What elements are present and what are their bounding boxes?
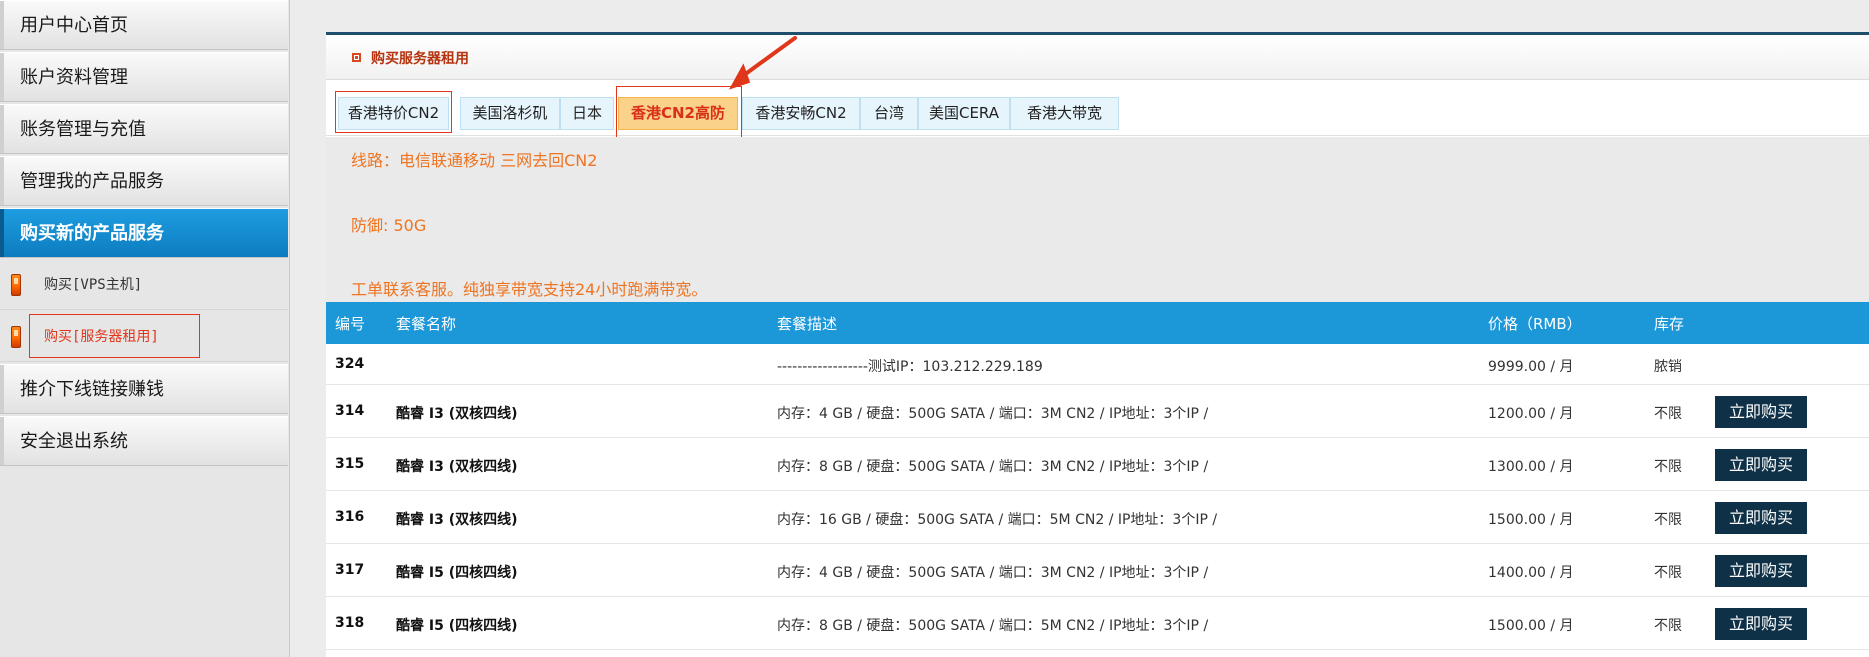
tab-label: 台湾 [873, 104, 904, 122]
table-header: 编号 套餐名称 套餐描述 价格（RMB） 库存 [326, 302, 1869, 344]
sidebar-item-label: 账务管理与充值 [20, 119, 146, 140]
sidebar-item-billing[interactable]: 账务管理与充值 [0, 104, 288, 154]
col-header-desc: 套餐描述 [777, 315, 838, 333]
cell-name: 酷睿 I3 (双核四线) [396, 512, 518, 528]
sidebar-item-label: 管理我的产品服务 [20, 171, 164, 192]
cell-name: 酷睿 I3 (双核四线) [396, 406, 518, 422]
cell-price: 1400.00 / 月 [1488, 565, 1574, 581]
cell-desc: 内存：8 GB / 硬盘：500G SATA / 端口：3M CN2 / IP地… [777, 459, 1209, 475]
tab-hk-big-bandwidth[interactable]: 香港大带宽 [1010, 97, 1119, 130]
col-header-price: 价格（RMB） [1488, 315, 1582, 333]
cell-name: 酷睿 I5 (四核四线) [396, 565, 518, 581]
tab-hk-anchang-cn2[interactable]: 香港安畅CN2 [742, 97, 860, 130]
cell-stock: 不限 [1654, 406, 1682, 422]
nav-stripe [0, 417, 4, 465]
buy-now-button[interactable]: 立即购买 [1715, 555, 1807, 587]
col-header-stock: 库存 [1654, 315, 1685, 333]
buy-now-button[interactable]: 立即购买 [1715, 449, 1807, 481]
table-row: 318 酷睿 I5 (四核四线) 内存：8 GB / 硬盘：500G SATA / … [326, 597, 1869, 650]
tab-taiwan[interactable]: 台湾 [860, 97, 918, 130]
sidebar-item-buy-products[interactable]: 购买新的产品服务 [0, 208, 288, 258]
sidebar-item-referral[interactable]: 推介下线链接赚钱 [0, 364, 288, 414]
buy-now-button[interactable]: 立即购买 [1715, 396, 1807, 428]
cell-stock: 不限 [1654, 512, 1682, 528]
info-line-support: 工单联系客服。纯独享带宽支持24小时跑满带宽。 [351, 280, 708, 299]
tab-label: 日本 [571, 104, 602, 122]
table-row: 317 酷睿 I5 (四核四线) 内存：4 GB / 硬盘：500G SATA / … [326, 544, 1869, 597]
tab-label: 美国CERA [928, 104, 1000, 122]
annotation-arrow-icon [728, 36, 797, 90]
sidebar-item-label: 购买新的产品服务 [20, 223, 164, 244]
cell-stock: 脓销 [1654, 359, 1682, 375]
panel-title: 购买服务器租用 [371, 51, 469, 67]
table-row: 324 ------------------测试IP：103.212.229.18… [326, 345, 1869, 385]
window-icon [352, 53, 361, 62]
battery-icon [11, 274, 21, 296]
tab-japan[interactable]: 日本 [560, 97, 614, 130]
cell-name: 酷睿 I5 (四核四线) [396, 618, 518, 634]
main-panel: 购买服务器租用 香港特价CN2 美国洛杉矶 日本 香港CN2高防 香港安畅CN2… [326, 32, 1869, 657]
cell-desc: ------------------测试IP：103.212.229.189 [777, 359, 1043, 375]
cell-price: 9999.00 / 月 [1488, 359, 1574, 375]
sidebar-item-label: 账户资料管理 [20, 67, 128, 88]
sidebar-subitem-buy-dedicated[interactable]: 购买[服务器租用] [0, 312, 288, 362]
nav-stripe [0, 365, 4, 413]
info-line-route: 线路：电信联通移动 三网去回CN2 [351, 151, 598, 170]
cell-desc: 内存：4 GB / 硬盘：500G SATA / 端口：3M CN2 / IP地… [777, 406, 1209, 422]
table-row: 316 酷睿 I3 (双核四线) 内存：16 GB / 硬盘：500G SATA /… [326, 491, 1869, 544]
sidebar-subitem-label: 购买[VPS主机] [44, 277, 143, 293]
sidebar-item-account-profile[interactable]: 账户资料管理 [0, 52, 288, 102]
tab-label: 香港大带宽 [1026, 104, 1102, 122]
tab-label: 香港安畅CN2 [755, 104, 847, 122]
info-line-defense: 防御: 50G [351, 216, 427, 235]
buy-now-button[interactable]: 立即购买 [1715, 608, 1807, 640]
cell-id: 316 [335, 509, 365, 525]
region-tabs: 香港特价CN2 美国洛杉矶 日本 香港CN2高防 香港安畅CN2 台湾 美国CE… [326, 81, 1869, 139]
tab-us-la[interactable]: 美国洛杉矶 [460, 97, 560, 130]
cell-price: 1500.00 / 月 [1488, 512, 1574, 528]
sidebar-item-logout[interactable]: 安全退出系统 [0, 416, 288, 466]
cell-id: 314 [335, 403, 365, 419]
sidebar-item-label: 用户中心首页 [20, 15, 128, 36]
route-info: 线路：电信联通移动 三网去回CN2 防御: 50G 工单联系客服。纯独享带宽支持… [326, 137, 1869, 302]
cell-stock: 不限 [1654, 565, 1682, 581]
sidebar-item-label: 推介下线链接赚钱 [20, 379, 164, 400]
nav-stripe [0, 157, 4, 205]
cell-stock: 不限 [1654, 618, 1682, 634]
nav-stripe [0, 53, 4, 101]
tab-us-cera[interactable]: 美国CERA [918, 97, 1010, 130]
col-header-id: 编号 [335, 315, 366, 333]
table-row: 315 酷睿 I3 (双核四线) 内存：8 GB / 硬盘：500G SATA / … [326, 438, 1869, 491]
panel-header: 购买服务器租用 [326, 35, 1869, 80]
battery-icon [11, 326, 21, 348]
nav-stripe [0, 105, 4, 153]
table-row: 314 酷睿 I3 (双核四线) 内存：4 GB / 硬盘：500G SATA / … [326, 385, 1869, 438]
buy-now-button[interactable]: 立即购买 [1715, 502, 1807, 534]
annotation-highlight-box [29, 314, 200, 358]
sidebar: 用户中心首页 账户资料管理 账务管理与充值 管理我的产品服务 购买新的产品服务 … [0, 0, 290, 657]
cell-id: 318 [335, 615, 365, 631]
cell-id: 315 [335, 456, 365, 472]
cell-desc: 内存：16 GB / 硬盘：500G SATA / 端口：5M CN2 / IP… [777, 512, 1218, 528]
sidebar-item-label: 安全退出系统 [20, 431, 128, 452]
nav-stripe [0, 209, 4, 257]
cell-id: 324 [335, 356, 365, 372]
cell-stock: 不限 [1654, 459, 1682, 475]
cell-id: 317 [335, 562, 365, 578]
sidebar-subitem-buy-vps[interactable]: 购买[VPS主机] [0, 260, 288, 310]
tab-label: 美国洛杉矶 [472, 104, 548, 122]
sidebar-item-home[interactable]: 用户中心首页 [0, 0, 288, 50]
cell-desc: 内存：8 GB / 硬盘：500G SATA / 端口：5M CN2 / IP地… [777, 618, 1209, 634]
cell-name: 酷睿 I3 (双核四线) [396, 459, 518, 475]
col-header-name: 套餐名称 [396, 315, 457, 333]
cell-desc: 内存：4 GB / 硬盘：500G SATA / 端口：3M CN2 / IP地… [777, 565, 1209, 581]
cell-price: 1300.00 / 月 [1488, 459, 1574, 475]
nav-stripe [0, 1, 4, 49]
sidebar-item-my-products[interactable]: 管理我的产品服务 [0, 156, 288, 206]
cell-price: 1200.00 / 月 [1488, 406, 1574, 422]
annotation-highlight-box [335, 91, 452, 133]
cell-price: 1500.00 / 月 [1488, 618, 1574, 634]
